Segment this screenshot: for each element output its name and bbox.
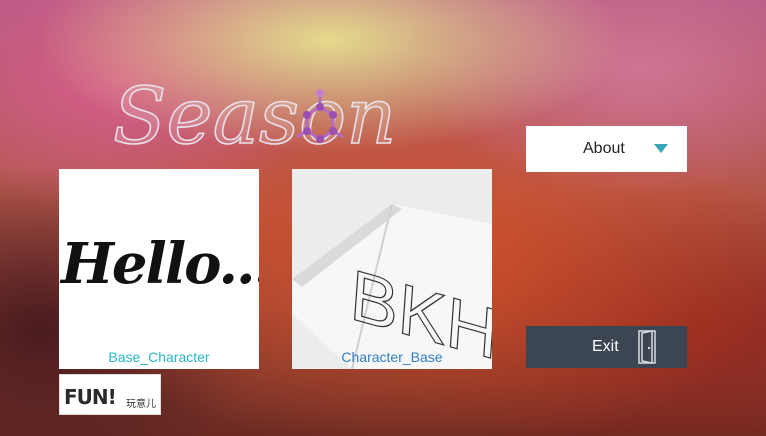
tile-character-base[interactable]: BKH Character_Base [292, 169, 492, 369]
about-label: About [583, 140, 625, 157]
tile-base-character[interactable]: Hello... Base_Character [59, 169, 259, 369]
brand-small-text: 玩意儿 [126, 399, 156, 410]
about-dropdown[interactable]: About [526, 126, 687, 172]
logo-text: Season [113, 72, 396, 162]
season-logo: Season [105, 55, 405, 165]
open-book-image: BKH [292, 169, 492, 369]
tile-caption[interactable]: Base_Character [59, 349, 259, 365]
chevron-down-icon[interactable] [654, 144, 668, 153]
fun-brand-logo: FUN! 玩意儿 [59, 374, 161, 415]
door-icon [638, 330, 656, 364]
tile-caption[interactable]: Character_Base [292, 349, 492, 365]
exit-button[interactable]: Exit [526, 326, 687, 368]
hello-image-text: Hello... [61, 231, 259, 297]
brand-big-text: FUN! [64, 385, 117, 409]
exit-label: Exit [592, 338, 619, 355]
